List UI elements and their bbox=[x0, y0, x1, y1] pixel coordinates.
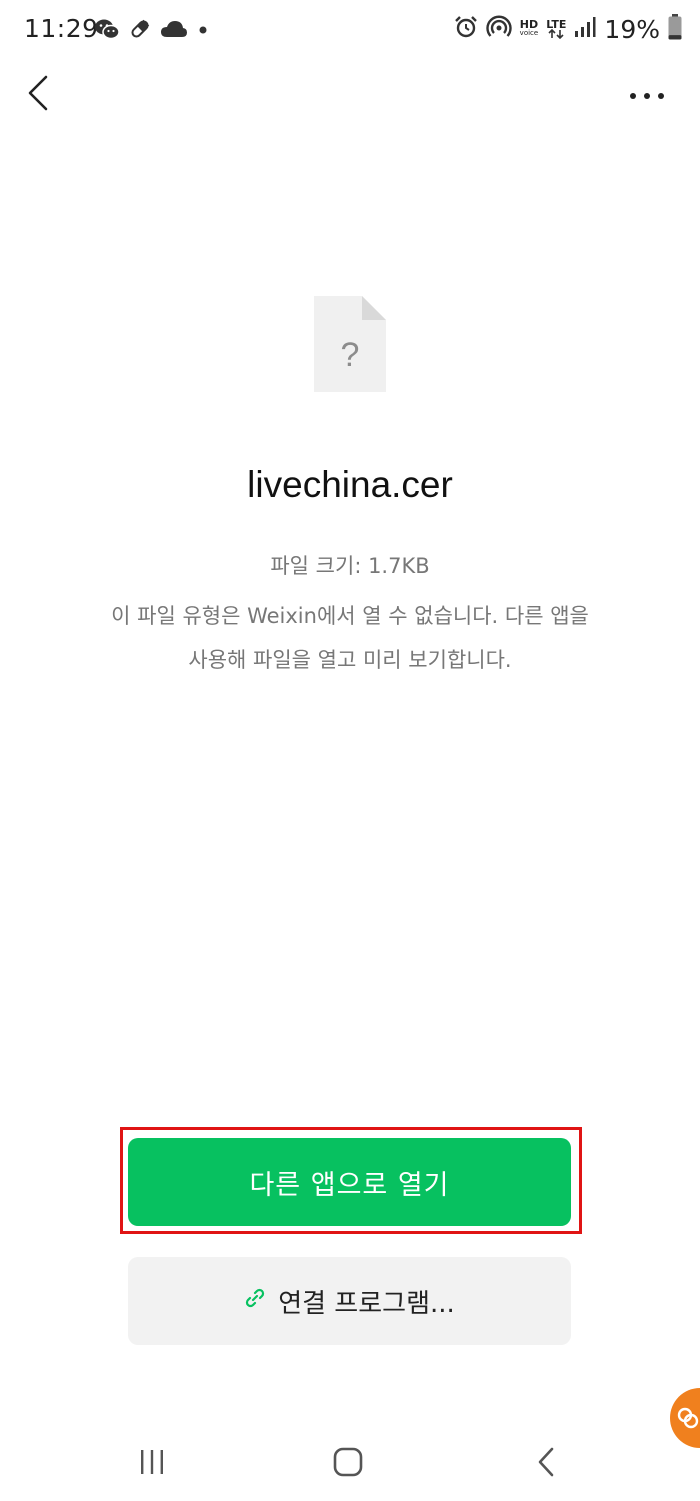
file-name: livechina.cer bbox=[247, 464, 453, 505]
open-with-other-app-label: 다른 앱으로 열기 bbox=[249, 1169, 450, 1201]
dot-icon bbox=[196, 22, 210, 41]
lte-label: LTE bbox=[546, 17, 567, 31]
battery-percent: 19% bbox=[604, 14, 660, 44]
wechat-icon bbox=[94, 18, 120, 44]
status-time: 11:29 bbox=[24, 14, 99, 43]
open-with-program-label: 연결 프로그램... bbox=[278, 1288, 455, 1319]
app-bar bbox=[0, 62, 700, 128]
cloud-icon bbox=[160, 19, 188, 43]
recent-apps-button[interactable] bbox=[132, 1444, 172, 1484]
link-icon bbox=[244, 1286, 266, 1316]
hd-voice-icon: HD voice bbox=[519, 18, 539, 38]
voice-label: voice bbox=[519, 29, 539, 37]
battery-icon bbox=[668, 14, 682, 44]
file-size: 파일 크기: 1.7KB bbox=[270, 554, 430, 578]
alarm-icon bbox=[454, 15, 478, 43]
hd-label: HD bbox=[519, 18, 539, 31]
more-horizontal-icon bbox=[629, 85, 665, 104]
navigation-bar bbox=[0, 1424, 700, 1501]
hotspot-icon bbox=[485, 15, 512, 43]
unknown-file-icon: ? bbox=[314, 296, 386, 392]
home-icon bbox=[333, 1447, 363, 1481]
status-right-icons: HD voice LTE 19% bbox=[454, 14, 682, 44]
screen: 11:29 HD voice LTE 19% ? livechina.cer 파… bbox=[0, 0, 700, 1501]
pill-icon bbox=[128, 17, 152, 45]
signal-icon bbox=[574, 16, 596, 42]
home-button[interactable] bbox=[328, 1444, 368, 1484]
more-button[interactable] bbox=[622, 76, 672, 112]
recent-apps-icon bbox=[138, 1449, 166, 1479]
open-with-other-app-button[interactable]: 다른 앱으로 열기 bbox=[128, 1138, 571, 1226]
chevron-left-icon bbox=[27, 75, 49, 115]
lte-icon: LTE bbox=[546, 17, 567, 39]
svg-text:?: ? bbox=[341, 336, 360, 374]
status-bar: 11:29 HD voice LTE 19% bbox=[0, 0, 700, 62]
open-with-program-button[interactable]: 연결 프로그램... bbox=[128, 1257, 571, 1345]
back-icon bbox=[537, 1447, 555, 1481]
system-back-button[interactable] bbox=[526, 1444, 566, 1484]
file-message: 이 파일 유형은 Weixin에서 열 수 없습니다. 다른 앱을 사용해 파일… bbox=[111, 604, 589, 672]
status-left-icons bbox=[94, 17, 210, 45]
back-button[interactable] bbox=[18, 72, 58, 118]
